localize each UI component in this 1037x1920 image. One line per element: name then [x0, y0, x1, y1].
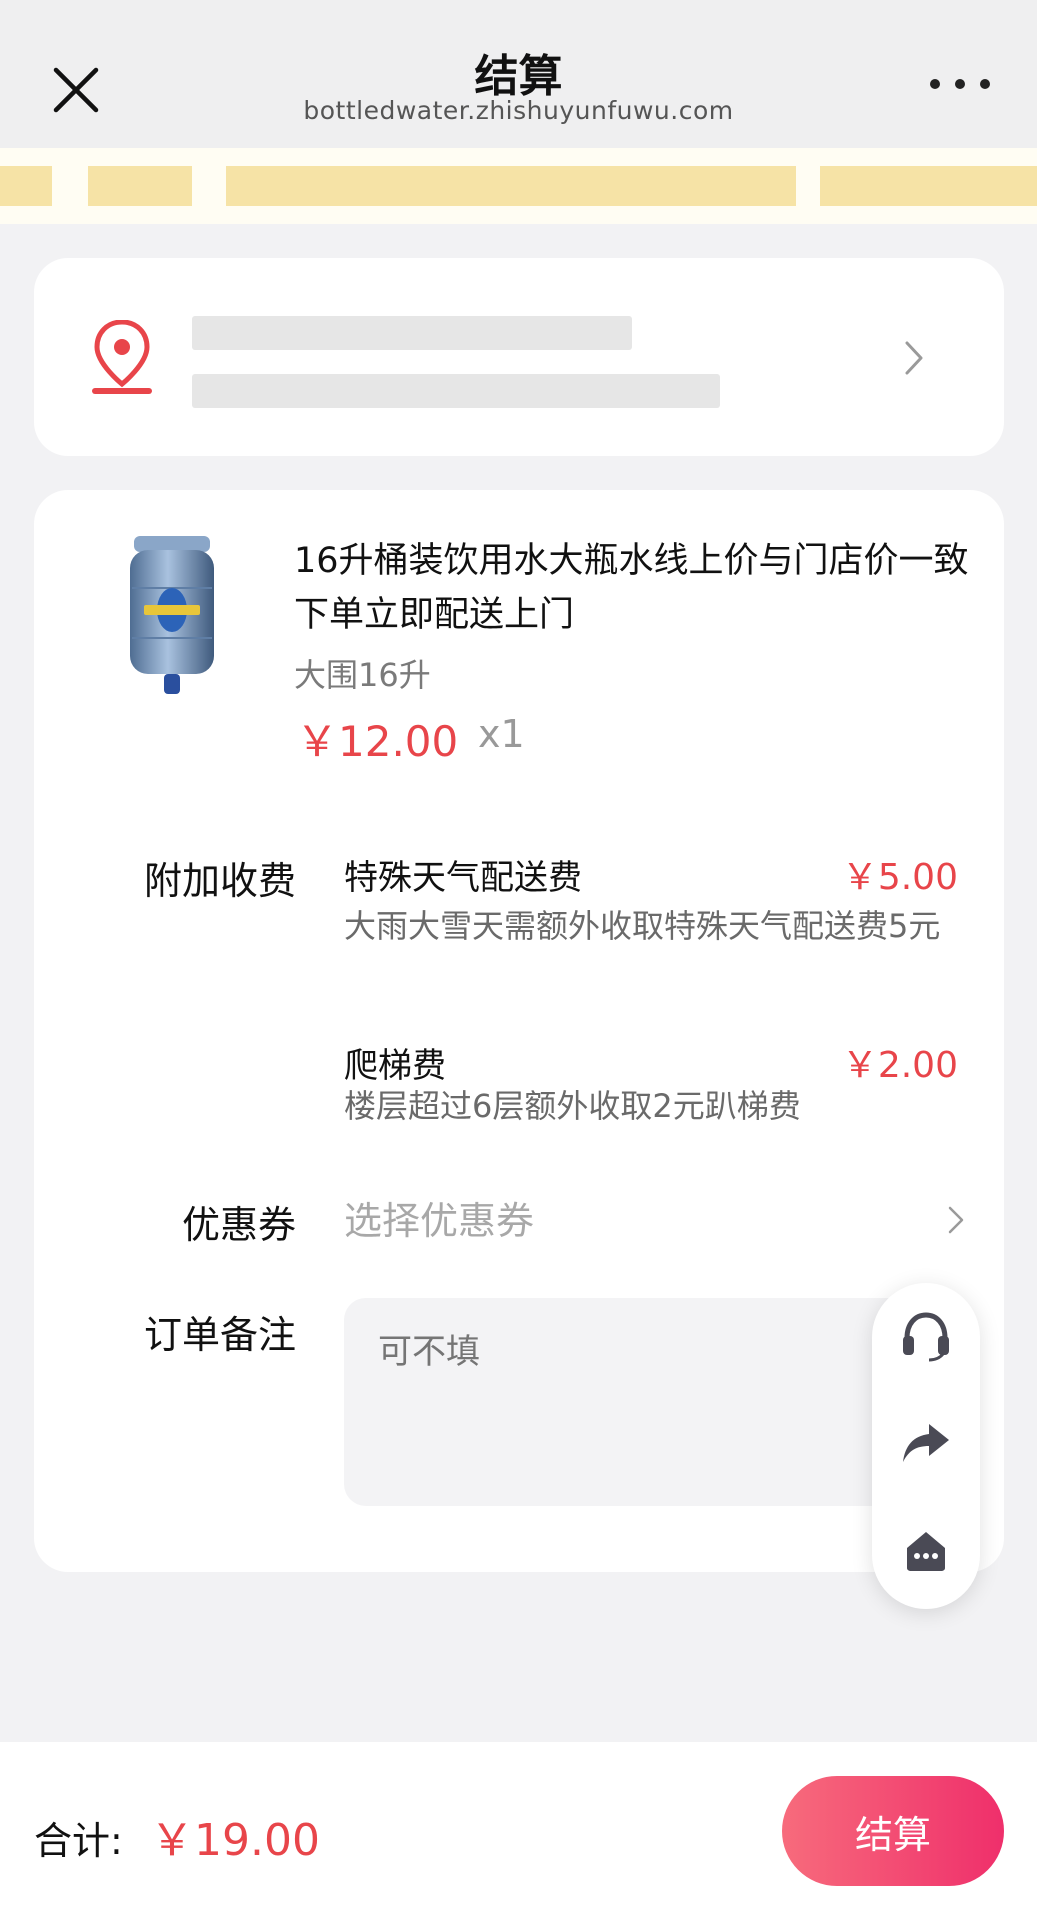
fee-item-name: 特殊天气配送费: [344, 858, 582, 898]
page-url: bottledwater.zhishuyunfuwu.com: [303, 96, 734, 125]
chevron-right-icon: [948, 1206, 964, 1234]
address-card[interactable]: [34, 258, 1004, 456]
coupon-select[interactable]: 选择优惠券: [344, 1190, 984, 1250]
more-dots-icon: [930, 79, 940, 89]
product-spec: 大围16升: [294, 656, 431, 694]
remark-label: 订单备注: [143, 1313, 296, 1357]
product-price: ￥12.00: [296, 717, 459, 766]
home-icon: [907, 1532, 945, 1571]
address-name-blurred: [192, 316, 632, 350]
product-image: [130, 536, 214, 694]
nav-bar: 结算 bottledwater.zhishuyunfuwu.com: [0, 0, 1037, 148]
fee-item-price: ￥5.00: [841, 857, 958, 898]
page-title: 结算: [474, 51, 563, 102]
checkout-button[interactable]: 结算: [782, 1776, 1004, 1886]
floating-action-panel: [872, 1283, 980, 1609]
chevron-right-icon: [905, 341, 923, 375]
home-button[interactable]: [896, 1521, 956, 1581]
address-detail-blurred: [192, 374, 720, 408]
extra-fees-label: 附加收费: [143, 859, 296, 903]
more-button[interactable]: [930, 70, 990, 98]
total-amount: ￥19.00: [150, 1815, 320, 1866]
customer-service-button[interactable]: [896, 1305, 956, 1365]
total-label: 合计:: [34, 1819, 123, 1863]
headset-icon: [903, 1312, 949, 1362]
checkout-bar: 合计: ￥19.00 结算: [0, 1742, 1037, 1920]
order-card: 16升桶装饮用水大瓶水线上价与门店价一致下单立即配送上门 大围16升 ￥12.0…: [34, 490, 1004, 1572]
remark-input[interactable]: [344, 1298, 964, 1506]
notice-banner-blurred: [0, 148, 1037, 224]
product-title: 16升桶装饮用水大瓶水线上价与门店价一致下单立即配送上门: [294, 541, 969, 635]
fee-item-desc: 楼层超过6层额外收取2元趴梯费: [344, 1087, 801, 1125]
product-quantity: x1: [478, 712, 525, 756]
fee-item-desc: 大雨大雪天需额外收取特殊天气配送费5元: [344, 907, 941, 945]
share-arrow-icon: [903, 1424, 949, 1462]
location-pin-icon: [92, 320, 152, 394]
share-button[interactable]: [896, 1413, 956, 1473]
coupon-placeholder: 选择优惠券: [344, 1199, 535, 1243]
coupon-label: 优惠券: [181, 1203, 296, 1247]
